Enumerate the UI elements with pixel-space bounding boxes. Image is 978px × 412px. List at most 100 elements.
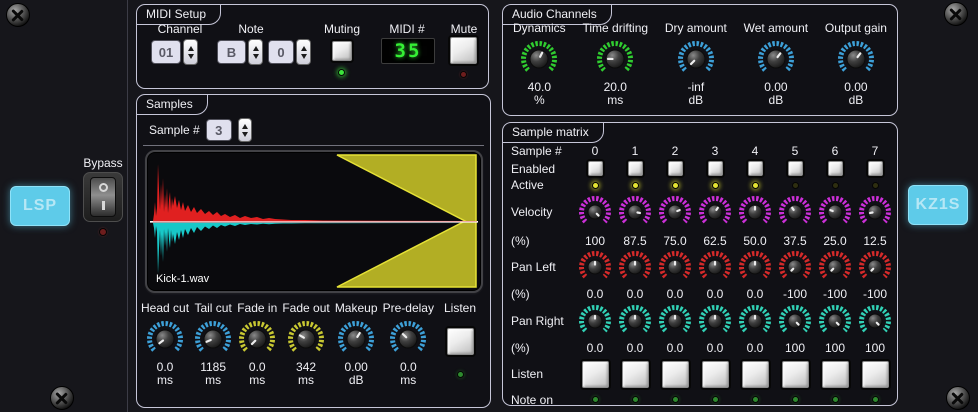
mute-button[interactable] xyxy=(450,37,477,64)
enabled-button-4[interactable] xyxy=(747,161,763,176)
velocity-knob-7[interactable] xyxy=(858,195,892,229)
output-gain-label: Output gain xyxy=(824,21,887,35)
time-drifting-group: Time drifting 20.0 ms xyxy=(582,21,648,107)
pan-right-knob-7[interactable] xyxy=(858,304,892,338)
pre-delay-knob[interactable] xyxy=(389,320,427,358)
sample-number-4: 4 xyxy=(751,144,759,158)
bypass-label: Bypass xyxy=(83,156,123,170)
enabled-button-6[interactable] xyxy=(827,161,843,176)
pan-left-knob-5[interactable] xyxy=(778,250,812,284)
screw-icon xyxy=(6,3,30,27)
screw-icon xyxy=(944,2,968,26)
enabled-button-2[interactable] xyxy=(667,161,683,176)
screw-icon xyxy=(946,386,970,410)
muting-button[interactable] xyxy=(332,41,352,61)
pan-left-knob-1[interactable] xyxy=(618,250,652,284)
wet-amount-knob[interactable] xyxy=(757,40,795,78)
active-led-7 xyxy=(871,181,879,189)
wet-amount-unit: dB xyxy=(768,93,784,107)
note-spinner[interactable] xyxy=(248,39,263,65)
channel-spinner[interactable] xyxy=(183,39,198,65)
listen-button[interactable] xyxy=(446,328,474,355)
pan-left-cell-3 xyxy=(695,249,735,285)
dynamics-label: Dynamics xyxy=(513,21,566,35)
dry-amount-knob[interactable] xyxy=(677,40,715,78)
velocity-knob-6[interactable] xyxy=(818,195,852,229)
note-value[interactable]: B xyxy=(217,40,246,64)
fade-in-label: Fade in xyxy=(237,301,278,315)
enabled-button-7[interactable] xyxy=(867,161,883,176)
waveform-display[interactable]: Kick-1.wav xyxy=(145,150,483,293)
velocity-cell-2 xyxy=(655,192,695,232)
arrow-down-icon xyxy=(241,131,248,137)
listen-button-4[interactable] xyxy=(741,360,769,388)
note-on-cell-2 xyxy=(655,391,695,408)
pan-left-knob-0[interactable] xyxy=(578,250,612,284)
pan-right-knob-2[interactable] xyxy=(658,304,692,338)
pan-left-knob-3[interactable] xyxy=(698,250,732,284)
octave-spinner[interactable] xyxy=(296,39,311,65)
listen-button-1[interactable] xyxy=(621,360,649,388)
enabled-cell-0 xyxy=(575,159,615,178)
listen-button-6[interactable] xyxy=(821,360,849,388)
bypass-switch[interactable] xyxy=(83,172,123,222)
listen-button-7[interactable] xyxy=(861,360,889,388)
tail-cut-knob[interactable] xyxy=(194,320,232,358)
pan-right-knob-6[interactable] xyxy=(818,304,852,338)
listen-button-5[interactable] xyxy=(781,360,809,388)
pan-left-knob-6[interactable] xyxy=(818,250,852,284)
velocity-knob-3[interactable] xyxy=(698,195,732,229)
arrow-up-icon xyxy=(252,45,259,51)
velocity-knob-2[interactable] xyxy=(658,195,692,229)
channel-value[interactable]: 01 xyxy=(151,40,181,64)
listen-button-2[interactable] xyxy=(661,360,689,388)
velocity-cell-5 xyxy=(775,192,815,232)
listen-cell-7 xyxy=(855,357,895,391)
note-on-led-1 xyxy=(631,396,639,403)
output-gain-knob[interactable] xyxy=(837,40,875,78)
time-drifting-knob[interactable] xyxy=(596,40,634,78)
head-cut-knob[interactable] xyxy=(146,320,184,358)
enabled-button-5[interactable] xyxy=(787,161,803,176)
listen-cell-6 xyxy=(815,357,855,391)
row-label-pan-right: Pan Right xyxy=(511,314,564,328)
fade-in-knob[interactable] xyxy=(238,320,276,358)
pan-right-knob-1[interactable] xyxy=(618,304,652,338)
pan-right-cell-7 xyxy=(855,303,895,339)
enabled-button-3[interactable] xyxy=(707,161,723,176)
velocity-knob-0[interactable] xyxy=(578,195,612,229)
enabled-button-1[interactable] xyxy=(627,161,643,176)
pan-right-knob-4[interactable] xyxy=(738,304,772,338)
pan-left-knob-2[interactable] xyxy=(658,250,692,284)
pan-right-knob-0[interactable] xyxy=(578,304,612,338)
velocity-knob-4[interactable] xyxy=(738,195,772,229)
dynamics-knob[interactable] xyxy=(520,40,558,78)
velocity-value-7: 12.5 xyxy=(863,233,887,248)
bypass-led xyxy=(99,228,107,236)
fade-out-knob[interactable] xyxy=(287,320,325,358)
sample-number-spinner[interactable] xyxy=(237,118,252,142)
pan-left-knob-4[interactable] xyxy=(738,250,772,284)
listen-button-3[interactable] xyxy=(701,360,729,388)
note-on-cell-3 xyxy=(695,391,735,408)
mute-led xyxy=(460,71,467,78)
tail-cut-group: Tail cut 1185 ms xyxy=(194,301,232,387)
enabled-button-0[interactable] xyxy=(587,161,603,176)
sample-file-name: Kick-1.wav xyxy=(156,273,210,285)
listen-button-0[interactable] xyxy=(581,360,609,388)
pan-left-knob-7[interactable] xyxy=(858,250,892,284)
lsp-logo[interactable]: LSP xyxy=(10,186,70,226)
velocity-knob-5[interactable] xyxy=(778,195,812,229)
midi-number-label: MIDI # xyxy=(389,22,425,36)
makeup-knob[interactable] xyxy=(337,320,375,358)
velocity-knob-1[interactable] xyxy=(618,195,652,229)
pan-right-value-1: 0.0 xyxy=(626,341,644,355)
pan-left-value-7: -100 xyxy=(862,287,888,301)
pan-right-knob-5[interactable] xyxy=(778,304,812,338)
dynamics-group: Dynamics 40.0% xyxy=(513,21,566,107)
pan-left-cell-5 xyxy=(775,249,815,285)
pan-right-knob-3[interactable] xyxy=(698,304,732,338)
octave-value[interactable]: 0 xyxy=(268,40,294,64)
sample-number-value[interactable]: 3 xyxy=(205,119,232,141)
bypass-rocker xyxy=(90,177,116,217)
